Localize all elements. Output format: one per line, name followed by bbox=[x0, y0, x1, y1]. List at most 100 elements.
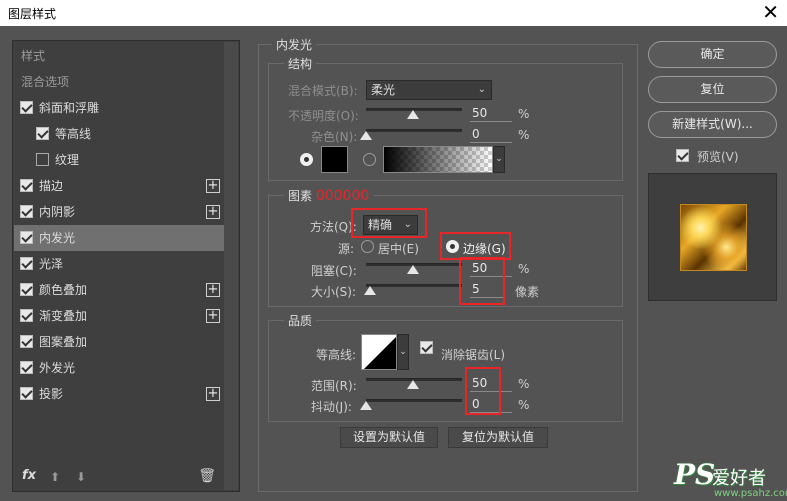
checkbox-contour[interactable] bbox=[36, 127, 49, 140]
noise-label: 杂色(N): bbox=[311, 130, 358, 144]
preview-checkbox[interactable] bbox=[676, 149, 689, 162]
sidebar-item-label: 纹理 bbox=[55, 153, 80, 167]
method-label: 方法(Q): bbox=[310, 220, 357, 234]
preview-box bbox=[648, 173, 777, 301]
source-center-radio[interactable] bbox=[361, 240, 374, 253]
checkbox-stroke[interactable] bbox=[20, 179, 33, 192]
sidebar-item-label: 描边 bbox=[39, 179, 64, 193]
add-drop-shadow-icon[interactable]: + bbox=[206, 387, 220, 401]
reset-default-button[interactable]: 复位为默认值 bbox=[448, 427, 548, 448]
checkbox-gradient-overlay[interactable] bbox=[20, 309, 33, 322]
style-preview-thumbnail bbox=[680, 204, 747, 271]
ok-button[interactable]: 确定 bbox=[648, 41, 777, 68]
set-default-button[interactable]: 设置为默认值 bbox=[340, 427, 438, 448]
checkbox-outer-glow[interactable] bbox=[20, 361, 33, 374]
sidebar-item-inner-glow[interactable]: 内发光 bbox=[14, 225, 224, 251]
reset-button[interactable]: 复位 bbox=[648, 76, 777, 103]
sidebar-item-label: 渐变叠加 bbox=[39, 309, 88, 323]
checkbox-pattern-overlay[interactable] bbox=[20, 335, 33, 348]
annotation-box-edge bbox=[440, 232, 511, 260]
preview-label[interactable]: 预览(V) bbox=[697, 148, 739, 165]
noise-slider[interactable] bbox=[366, 129, 462, 132]
glow-gradient-swatch[interactable] bbox=[383, 146, 493, 173]
gradient-dropdown[interactable]: ⌄ bbox=[493, 146, 505, 173]
jitter-slider-thumb[interactable] bbox=[360, 401, 372, 410]
structure-title: 结构 bbox=[284, 55, 317, 72]
size-slider-thumb[interactable] bbox=[364, 286, 376, 295]
sidebar-header-styles[interactable]: 样式 bbox=[14, 43, 224, 69]
contour-preview[interactable] bbox=[361, 334, 397, 370]
checkbox-texture[interactable] bbox=[36, 153, 49, 166]
elements-title: 图素 000000 bbox=[284, 187, 374, 204]
sidebar-scrollbar[interactable] bbox=[224, 42, 238, 490]
sidebar-header-blend-options[interactable]: 混合选项 bbox=[14, 69, 224, 95]
chevron-down-icon: ⌄ bbox=[495, 154, 503, 164]
checkbox-satin[interactable] bbox=[20, 257, 33, 270]
close-icon[interactable]: ✕ bbox=[762, 1, 779, 23]
move-down-icon[interactable]: ⬇ bbox=[76, 470, 88, 484]
checkbox-color-overlay[interactable] bbox=[20, 283, 33, 296]
sidebar-item-label: 光泽 bbox=[39, 257, 64, 271]
antialias-checkbox[interactable] bbox=[420, 341, 433, 354]
sidebar-item-label: 等高线 bbox=[55, 127, 92, 141]
antialias-label[interactable]: 消除锯齿(L) bbox=[441, 346, 505, 363]
opacity-slider-thumb[interactable] bbox=[407, 110, 419, 119]
sidebar-item-drop-shadow[interactable]: 投影 + bbox=[14, 381, 224, 407]
size-label: 大小(S): bbox=[311, 285, 357, 299]
trash-icon[interactable]: 🗑 bbox=[198, 468, 216, 484]
noise-slider-thumb[interactable] bbox=[360, 131, 372, 140]
size-slider[interactable] bbox=[366, 284, 462, 287]
window-title: 图层样式 bbox=[8, 7, 57, 21]
sidebar-item-outer-glow[interactable]: 外发光 bbox=[14, 355, 224, 381]
add-inner-shadow-icon[interactable]: + bbox=[206, 205, 220, 219]
sidebar-item-texture[interactable]: 纹理 bbox=[14, 147, 224, 173]
opacity-label: 不透明度(O): bbox=[288, 109, 359, 123]
source-center-label[interactable]: 居中(E) bbox=[378, 240, 419, 257]
fx-icon[interactable]: fx bbox=[22, 468, 36, 483]
checkbox-drop-shadow[interactable] bbox=[20, 387, 33, 400]
choke-unit: % bbox=[518, 262, 530, 276]
range-unit: % bbox=[518, 377, 530, 391]
watermark-url: www.psahz.com bbox=[714, 488, 787, 499]
chevron-down-icon: ⌄ bbox=[399, 347, 407, 357]
solid-color-radio[interactable] bbox=[300, 153, 313, 166]
sidebar-item-satin[interactable]: 光泽 bbox=[14, 251, 224, 277]
contour-dropdown[interactable]: ⌄ bbox=[397, 334, 409, 370]
jitter-label: 抖动(J): bbox=[311, 400, 352, 414]
add-color-overlay-icon[interactable]: + bbox=[206, 283, 220, 297]
sidebar-toolbar: fx ⬆ ⬇ 🗑 bbox=[14, 465, 226, 491]
sidebar-item-bevel-emboss[interactable]: 斜面和浮雕 bbox=[14, 95, 224, 121]
sidebar-item-contour[interactable]: 等高线 bbox=[14, 121, 224, 147]
sidebar-item-inner-shadow[interactable]: 内阴影 + bbox=[14, 199, 224, 225]
checkbox-bevel-emboss[interactable] bbox=[20, 101, 33, 114]
sidebar-item-label: 内发光 bbox=[39, 231, 76, 245]
checkbox-inner-shadow[interactable] bbox=[20, 205, 33, 218]
add-stroke-icon[interactable]: + bbox=[206, 179, 220, 193]
blend-mode-select[interactable]: 柔光 ⌄ bbox=[366, 80, 492, 100]
opacity-input[interactable]: 50 bbox=[470, 104, 512, 122]
noise-input[interactable]: 0 bbox=[470, 125, 512, 143]
checkbox-inner-glow[interactable] bbox=[20, 231, 33, 244]
annotation-box-choke-size bbox=[459, 257, 505, 305]
blend-mode-value: 柔光 bbox=[371, 83, 396, 97]
chevron-down-icon: ⌄ bbox=[477, 84, 486, 95]
sidebar-item-label: 图案叠加 bbox=[39, 335, 88, 349]
sidebar-item-color-overlay[interactable]: 颜色叠加 + bbox=[14, 277, 224, 303]
blend-mode-label: 混合模式(B): bbox=[288, 84, 358, 98]
move-up-icon[interactable]: ⬆ bbox=[50, 470, 62, 484]
sidebar-item-pattern-overlay[interactable]: 图案叠加 bbox=[14, 329, 224, 355]
color-annotation: 000000 bbox=[315, 188, 370, 204]
add-gradient-overlay-icon[interactable]: + bbox=[206, 309, 220, 323]
choke-label: 阻塞(C): bbox=[311, 264, 357, 278]
range-slider-thumb[interactable] bbox=[407, 380, 419, 389]
sidebar-item-label: 投影 bbox=[39, 387, 64, 401]
jitter-slider[interactable] bbox=[366, 399, 462, 402]
new-style-button[interactable]: 新建样式(W)... bbox=[648, 111, 777, 138]
glow-color-swatch[interactable] bbox=[321, 146, 348, 173]
contour-curve-icon bbox=[364, 337, 396, 369]
sidebar-item-stroke[interactable]: 描边 + bbox=[14, 173, 224, 199]
gradient-radio[interactable] bbox=[363, 153, 376, 166]
watermark-text: 爱好者 bbox=[712, 468, 766, 489]
choke-slider-thumb[interactable] bbox=[407, 265, 419, 274]
sidebar-item-gradient-overlay[interactable]: 渐变叠加 + bbox=[14, 303, 224, 329]
